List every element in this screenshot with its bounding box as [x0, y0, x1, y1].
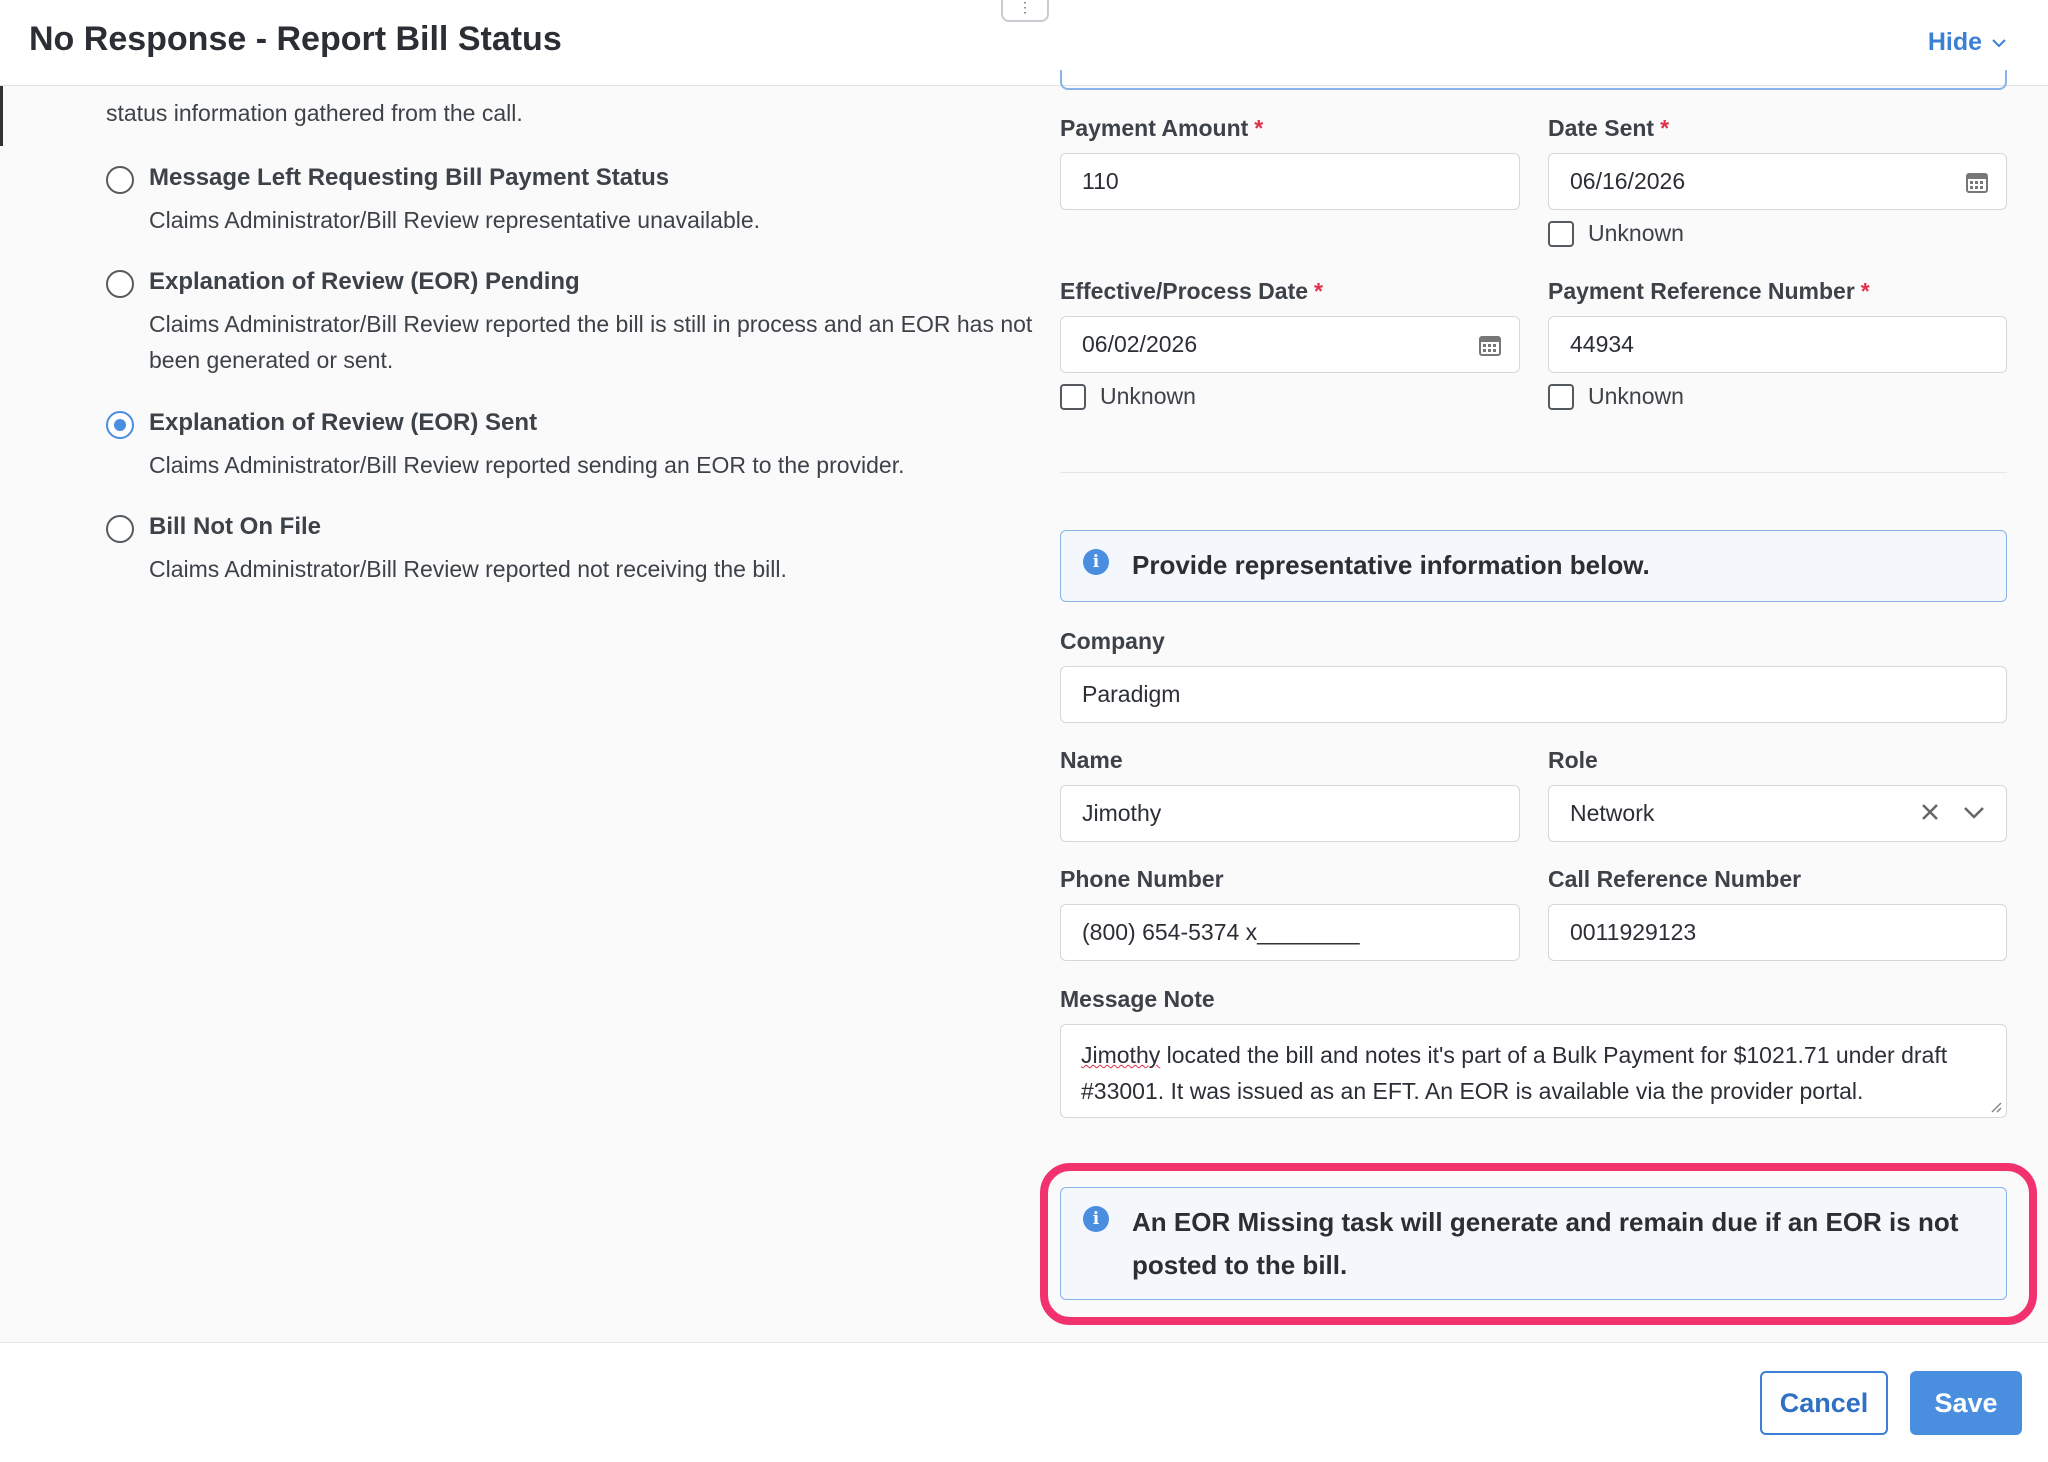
option-label: Explanation of Review (EOR) Sent: [149, 409, 538, 436]
info-icon: i: [1083, 549, 1109, 575]
rep-info-text: Provide representative information below…: [1132, 550, 1650, 580]
unknown-label: Unknown: [1588, 383, 1684, 409]
rep-info-banner: i Provide representative information bel…: [1060, 530, 2007, 602]
option-label: Explanation of Review (EOR) Pending: [149, 268, 580, 295]
phone-label: Phone Number: [1060, 866, 1224, 892]
left-edge-divider: [0, 86, 3, 146]
call-ref-input[interactable]: 0011929123: [1548, 904, 2007, 961]
effective-date-unknown-checkbox[interactable]: Unknown: [1060, 383, 1196, 410]
effective-date-value: 06/02/2026: [1082, 331, 1198, 357]
effective-date-label: Effective/Process Date *: [1060, 278, 1323, 304]
payment-ref-unknown-checkbox[interactable]: Unknown: [1548, 383, 1684, 410]
calendar-icon[interactable]: [1966, 171, 1988, 193]
radio-button[interactable]: [106, 166, 134, 194]
calendar-icon[interactable]: [1479, 334, 1501, 356]
intro-text: status information gathered from the cal…: [106, 100, 523, 126]
checkbox[interactable]: [1060, 383, 1086, 410]
option-description: Claims Administrator/Bill Review reporte…: [149, 311, 1033, 373]
name-label: Name: [1060, 747, 1123, 773]
unknown-label: Unknown: [1100, 383, 1196, 409]
resize-handle-icon[interactable]: [1988, 1099, 2002, 1113]
payment-ref-input[interactable]: 44934: [1548, 316, 2007, 373]
checkbox[interactable]: [1548, 220, 1574, 247]
company-label: Company: [1060, 628, 1165, 654]
date-sent-unknown-checkbox[interactable]: Unknown: [1548, 220, 1684, 247]
cancel-button[interactable]: Cancel: [1760, 1371, 1888, 1435]
payment-amount-label: Payment Amount *: [1060, 115, 1264, 141]
message-note-label: Message Note: [1060, 986, 1215, 1012]
call-ref-label: Call Reference Number: [1548, 866, 1802, 892]
drag-handle-icon[interactable]: ⋮: [1001, 0, 1049, 22]
chevron-down-icon: [1992, 38, 2006, 47]
option-description: Claims Administrator/Bill Review reporte…: [149, 556, 787, 582]
date-sent-value: 06/16/2026: [1570, 168, 1686, 194]
date-sent-input[interactable]: 06/16/2026: [1548, 153, 2007, 210]
option-description: Claims Administrator/Bill Review reporte…: [149, 452, 905, 478]
annotation-highlight: [1040, 1163, 2037, 1325]
message-note-text: located the bill and notes it's part of …: [1081, 1042, 1948, 1104]
clear-icon[interactable]: [1920, 802, 1940, 822]
page-title: No Response - Report Bill Status: [29, 20, 562, 58]
company-input[interactable]: Paradigm: [1060, 666, 2007, 723]
previous-field-border: [1060, 70, 2007, 90]
role-select[interactable]: Network: [1548, 785, 2007, 842]
effective-date-input[interactable]: 06/02/2026: [1060, 316, 1520, 373]
role-label: Role: [1548, 747, 1598, 773]
phone-input[interactable]: (800) 654-5374 x________: [1060, 904, 1520, 961]
report-bill-status-modal: No Response - Report Bill Status Hide ⋮ …: [0, 0, 2048, 1462]
option-description: Claims Administrator/Bill Review represe…: [149, 207, 761, 233]
hide-button[interactable]: Hide: [1928, 28, 2008, 57]
message-note-textarea[interactable]: Jimothy located the bill and notes it's …: [1060, 1024, 2007, 1118]
section-divider: [1060, 472, 2007, 473]
chevron-down-icon[interactable]: [1962, 800, 1986, 824]
save-button[interactable]: Save: [1910, 1371, 2022, 1435]
payment-ref-label: Payment Reference Number *: [1548, 278, 1870, 304]
unknown-label: Unknown: [1588, 220, 1684, 246]
payment-amount-input[interactable]: 110: [1060, 153, 1520, 210]
modal-footer: Cancel Save: [0, 1342, 2048, 1462]
role-value: Network: [1570, 800, 1655, 826]
option-label: Bill Not On File: [149, 513, 321, 540]
misspelled-word: Jimothy: [1081, 1042, 1161, 1068]
name-input[interactable]: Jimothy: [1060, 785, 1520, 842]
radio-button[interactable]: [106, 515, 134, 543]
date-sent-label: Date Sent *: [1548, 115, 1670, 141]
checkbox[interactable]: [1548, 383, 1574, 410]
radio-button-selected[interactable]: [106, 411, 134, 439]
radio-button[interactable]: [106, 270, 134, 298]
option-label: Message Left Requesting Bill Payment Sta…: [149, 164, 670, 191]
hide-label: Hide: [1927, 28, 1982, 56]
